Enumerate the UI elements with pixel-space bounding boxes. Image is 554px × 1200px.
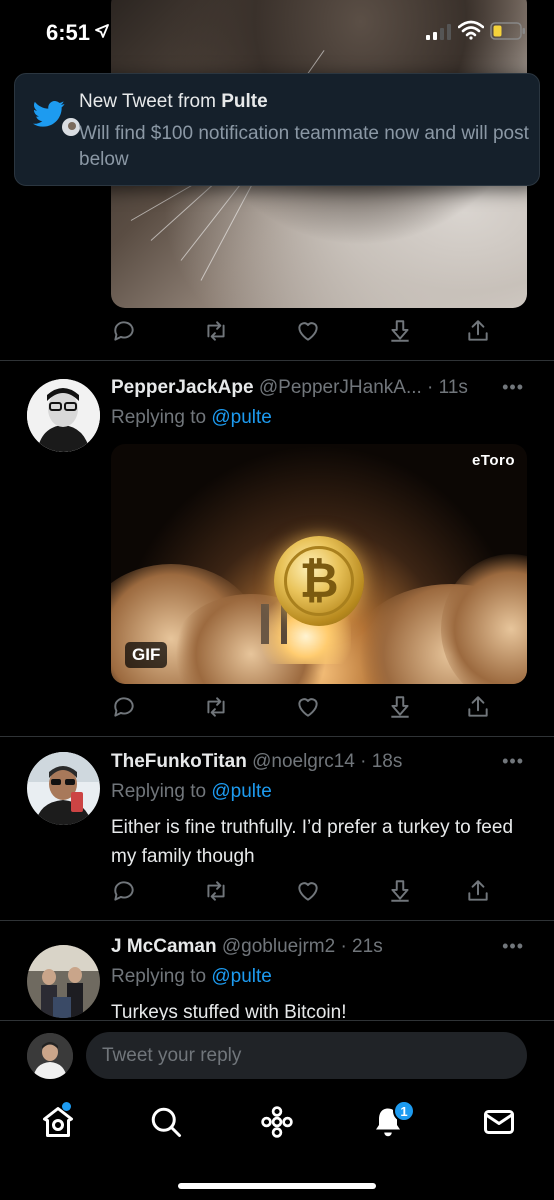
mention-link[interactable]: @pulte [211,966,272,987]
status-bar: 6:51 [0,0,554,62]
tweet-actions [111,878,491,906]
mention-link[interactable]: @pulte [211,781,272,802]
share-icon[interactable] [465,694,491,720]
new-tweet-notification[interactable]: New Tweet from Pulte Will find $100 noti… [14,73,540,186]
mention-link[interactable]: @pulte [211,407,272,428]
download-icon[interactable] [387,318,413,344]
tweet-actions [111,694,491,722]
more-options-icon[interactable]: ••• [502,377,524,398]
retweet-icon[interactable] [203,318,229,344]
home-unread-dot [62,1102,71,1111]
search-icon[interactable] [148,1104,184,1140]
wifi-icon [458,20,484,40]
reply-input[interactable] [86,1032,527,1079]
more-options-icon[interactable]: ••• [502,751,524,772]
spaces-icon[interactable] [259,1104,295,1140]
divider [0,920,554,921]
retweet-icon[interactable] [203,878,229,904]
like-icon[interactable] [295,694,321,720]
divider [0,736,554,737]
notification-title: New Tweet from Pulte [79,91,268,112]
user-avatar[interactable] [27,1033,73,1079]
home-indicator[interactable] [178,1183,376,1189]
gif-badge: GIF [125,642,168,668]
tweet-text: Either is fine truthfully. I’d prefer a … [111,817,514,867]
handle-and-time: @PepperJHankA... · 11s [258,377,468,398]
like-icon[interactable] [295,878,321,904]
tweet-header: PepperJackApe @PepperJHankA... · 11s [111,377,468,399]
display-name[interactable]: J McCaman [111,936,217,957]
cellular-signal-icon [426,24,451,40]
bottom-tab-bar: 1 [0,1090,554,1200]
reply-composer [0,1020,554,1090]
handle-and-time: @gobluejrm2 · 21s [221,936,383,957]
notifications-badge: 1 [393,1100,415,1122]
location-arrow-icon [95,24,109,38]
bitcoin-coin: ₿ [274,536,364,626]
handle-and-time: @noelgrc14 · 18s [252,751,403,772]
replying-to: Replying to @pulte [111,781,272,802]
etoro-watermark: eToro [471,452,515,469]
reply-icon[interactable] [111,318,137,344]
share-icon[interactable] [465,878,491,904]
display-name[interactable]: PepperJackApe [111,377,254,398]
home-icon[interactable] [40,1104,76,1140]
status-time: 6:51 [46,20,91,45]
reply-icon[interactable] [111,694,137,720]
tweet-header: TheFunkoTitan @noelgrc14 · 18s [111,751,402,773]
replying-to: Replying to @pulte [111,966,272,987]
tweet-actions [111,318,491,346]
retweet-icon[interactable] [203,694,229,720]
gif-media[interactable]: ₿ eToro GIF [111,444,527,684]
reply-icon[interactable] [111,878,137,904]
notification-body: Will find $100 notification teammate now… [79,123,529,170]
avatar[interactable] [27,752,100,825]
avatar[interactable] [27,379,100,452]
more-options-icon[interactable]: ••• [502,936,524,957]
divider [0,360,554,361]
replying-to: Replying to @pulte [111,407,272,428]
messages-icon[interactable] [481,1104,517,1140]
battery-icon [490,22,525,40]
display-name[interactable]: TheFunkoTitan [111,751,247,772]
avatar[interactable] [27,945,100,1018]
download-icon[interactable] [387,694,413,720]
tweet-header: J McCaman @gobluejrm2 · 21s [111,936,383,958]
share-icon[interactable] [465,318,491,344]
download-icon[interactable] [387,878,413,904]
like-icon[interactable] [295,318,321,344]
